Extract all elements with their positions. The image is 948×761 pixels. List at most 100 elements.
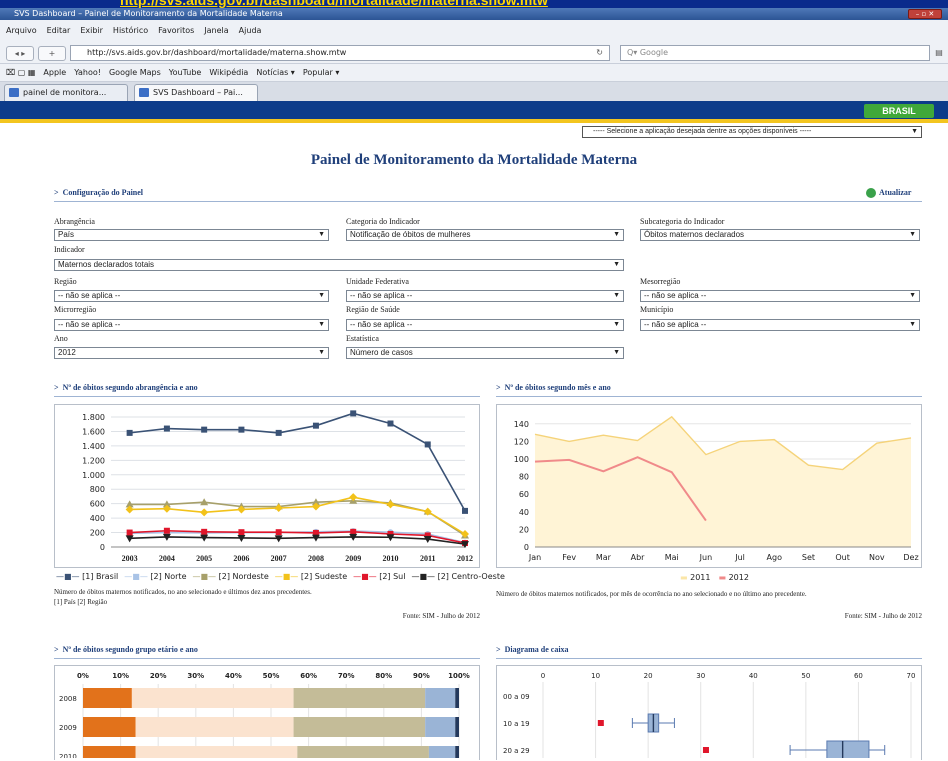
bar-segment (83, 746, 136, 761)
search-field[interactable]: Q▾ Google (620, 45, 930, 61)
category-label: 20 a 29 (503, 747, 530, 755)
x-tick-label: Nov (869, 553, 885, 562)
tab-painel[interactable]: painel de monitora... (4, 84, 128, 101)
y-tick-label: 1.600 (82, 427, 105, 436)
chevron-down-icon: ▼ (613, 261, 620, 268)
legend-item[interactable]: —■— [2] Sul (353, 572, 405, 581)
series-line (129, 412, 466, 512)
estatistica-value: Número de casos (350, 348, 413, 357)
data-point (275, 529, 282, 536)
config-section-header: > Configuração do Painel (54, 188, 922, 202)
x-tick-label: 2006 (233, 554, 249, 563)
abrangencia-legend: —■— [1] Brasil —■— [2] Norte —■— [2] Norde… (56, 572, 511, 581)
estatistica-label: Estatística (346, 334, 379, 343)
bookmark-noticias[interactable]: Notícias ▾ (256, 64, 295, 81)
indicador-select[interactable]: Maternos declarados totais ▼ (54, 259, 624, 271)
mes-legend: ▬ 2011 ▬ 2012 (680, 573, 757, 582)
legend-item[interactable]: ▬ 2011 (680, 573, 710, 582)
ano-select[interactable]: 2012 ▼ (54, 347, 329, 359)
legend-item[interactable]: —■— [2] Sudeste (275, 572, 347, 581)
regiao-value: -- não se aplica -- (58, 291, 121, 300)
x-tick-label: 2011 (420, 554, 436, 563)
bar-segment (297, 746, 429, 761)
menu-exibir[interactable]: Exibir (80, 20, 103, 42)
bookmarks-bar: ⌧ ▢ ▦ Apple Yahoo! Google Maps YouTube W… (0, 64, 948, 82)
regiao-saude-select[interactable]: -- não se aplica -- ▼ (346, 319, 624, 331)
x-tick-label: 70 (907, 672, 916, 680)
category-label: 10 a 19 (503, 720, 530, 728)
ano-value: 2012 (58, 348, 76, 357)
regiao-label: Região (54, 277, 77, 286)
regiao-select[interactable]: -- não se aplica -- ▼ (54, 290, 329, 302)
x-tick-label: 2003 (122, 554, 138, 563)
legend-item[interactable]: —■— [2] Norte (124, 572, 186, 581)
menu-ajuda[interactable]: Ajuda (239, 20, 262, 42)
bookmark-youtube[interactable]: YouTube (169, 64, 202, 81)
x-tick-label: 90% (413, 672, 430, 680)
url-banner: http://svs.aids.gov.br/dashboard/mortali… (0, 0, 948, 8)
chevron-right-icon: > (496, 383, 501, 392)
abrangencia-line-chart: 0 200 400 600 800 1.000 1.200 1.400 1.600 1.800 20… (82, 410, 473, 563)
microrregiao-select[interactable]: -- não se aplica -- ▼ (54, 319, 329, 331)
add-bookmark-icon[interactable]: + (38, 46, 66, 61)
menu-favoritos[interactable]: Favoritos (158, 20, 194, 42)
y-tick-label: 20 (519, 525, 529, 534)
bookmark-popular[interactable]: Popular ▾ (303, 64, 340, 81)
abrangencia-value: País (58, 230, 75, 239)
legend-label: [2] Sudeste (300, 572, 348, 581)
bookmark-yahoo[interactable]: Yahoo! (74, 64, 101, 81)
categoria-select[interactable]: Notificação de óbitos de mulheres ▼ (346, 229, 624, 241)
page-menu-icon[interactable]: ▤ (932, 46, 946, 61)
x-tick-label: 10 (591, 672, 600, 680)
indicador-label: Indicador (54, 245, 85, 254)
estatistica-select[interactable]: Número de casos ▼ (346, 347, 624, 359)
legend-item[interactable]: —■— [2] Nordeste (193, 572, 269, 581)
menu-historico[interactable]: Histórico (113, 20, 148, 42)
reader-icon[interactable]: ⌧ ▢ ▦ (6, 64, 35, 81)
back-forward-icon[interactable]: ◂ ▸ (6, 46, 34, 61)
legend-swatch: —■— (124, 572, 151, 581)
reload-icon[interactable]: ↻ (596, 46, 603, 60)
y-tick-label: 60 (519, 490, 529, 499)
app-select[interactable]: ----- Selecione a aplicação desejada den… (582, 126, 922, 138)
x-tick-label: 2005 (196, 554, 212, 563)
legend-label: [1] Brasil (82, 572, 119, 581)
bookmark-apple[interactable]: Apple (43, 64, 66, 81)
bar-segment (455, 746, 459, 761)
tab-svs-dashboard[interactable]: SVS Dashboard – Pai... (134, 84, 258, 101)
legend-item[interactable]: —■— [1] Brasil (56, 572, 118, 581)
uf-select[interactable]: -- não se aplica -- ▼ (346, 290, 624, 302)
subcategoria-select[interactable]: Óbitos maternos declarados ▼ (640, 229, 920, 241)
menu-editar[interactable]: Editar (47, 20, 71, 42)
abrangencia-select[interactable]: País ▼ (54, 229, 329, 241)
bar-segment (455, 688, 459, 708)
legend-item[interactable]: ▬ 2012 (718, 573, 748, 582)
ano-label: Ano (54, 334, 68, 343)
x-tick-label: Jun (699, 553, 713, 562)
refresh-button[interactable]: Atualizar (866, 188, 911, 199)
caixa-chart-title: Diagrama de caixa (504, 645, 569, 654)
window-title: SVS Dashboard – Painel de Monitoramento … (14, 9, 283, 18)
indicador-value: Maternos declarados totais (58, 260, 155, 269)
mesorregiao-select[interactable]: -- não se aplica -- ▼ (640, 290, 920, 302)
bar-segment (425, 717, 456, 737)
municipio-select[interactable]: -- não se aplica -- ▼ (640, 319, 920, 331)
x-tick-label: 0 (541, 672, 545, 680)
window-controls[interactable]: – ▫ ✕ (908, 9, 942, 19)
brasil-logo[interactable]: BRASIL (864, 104, 934, 118)
legend-label: [2] Nordeste (218, 572, 269, 581)
bookmark-wikipedia[interactable]: Wikipédia (209, 64, 248, 81)
box-outlier (597, 720, 604, 726)
legend-swatch: —■— (274, 572, 301, 581)
microrregiao-label: Microrregião (54, 305, 97, 314)
mes-area-chart: 0 20 40 60 80 100 120 140 Jan Fev Mar Abr Mai Jun Jul A… (514, 415, 919, 562)
mes-source: Fonte: SIM - Julho de 2012 (844, 612, 922, 620)
data-point (201, 528, 208, 535)
address-bar[interactable]: http://svs.aids.gov.br/dashboard/mortali… (70, 45, 610, 61)
menu-janela[interactable]: Janela (204, 20, 228, 42)
menu-arquivo[interactable]: Arquivo (6, 20, 37, 42)
bookmark-google-maps[interactable]: Google Maps (109, 64, 161, 81)
y-tick-label: 1.400 (82, 442, 105, 451)
address-text: http://svs.aids.gov.br/dashboard/mortali… (87, 48, 347, 57)
legend-item[interactable]: —■— [2] Centro-Oeste (411, 572, 504, 581)
